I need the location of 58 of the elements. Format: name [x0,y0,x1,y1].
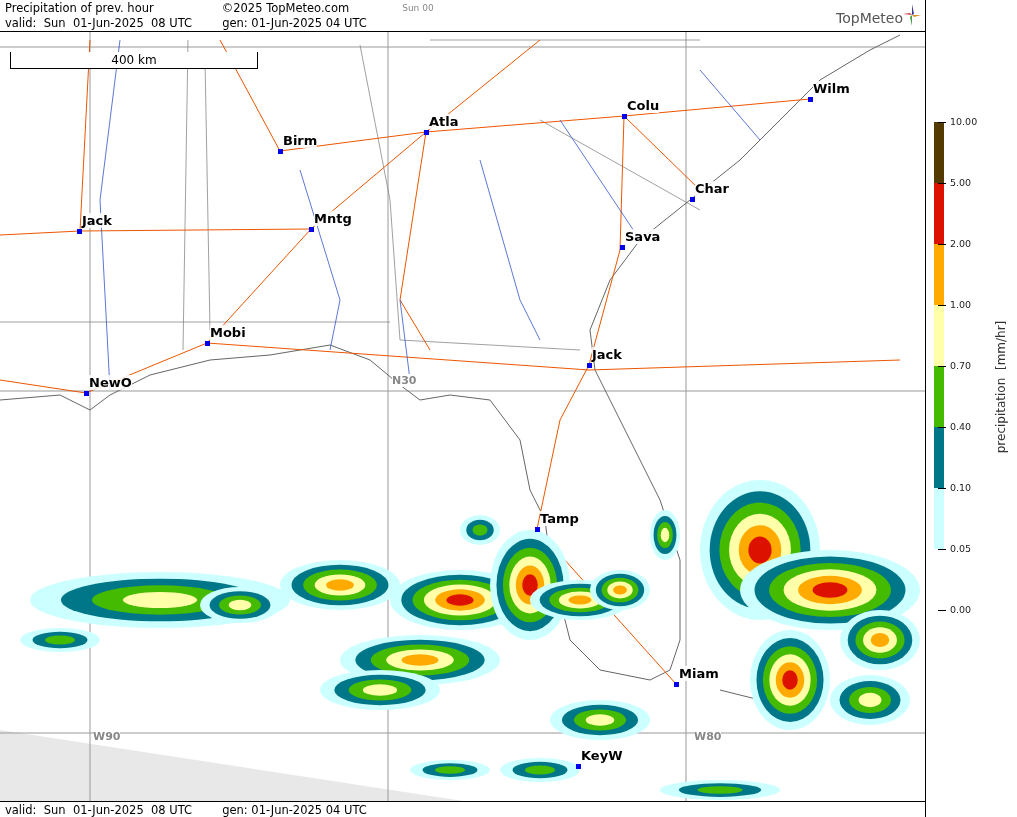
generated-time: gen: 01-Jun-2025 04 UTC [222,802,367,817]
city-marker [84,390,89,396]
city-label: Colu [627,97,660,113]
city-marker [424,129,429,135]
grid-label: W90 [93,729,121,743]
tick-mark [938,549,946,550]
grid-label: W80 [694,729,722,743]
city-marker [309,226,314,232]
tick-mark [938,610,946,611]
city-label: Miam [679,665,719,681]
tick-label: 0.40 [950,420,972,434]
city-label: Sava [625,228,661,244]
grid-label: N30 [392,373,417,387]
map-title: Precipitation of prev. hour [5,0,154,15]
city-label: Tamp [540,510,579,526]
city-label: NewO [89,374,132,390]
tick-mark [938,305,946,306]
city-marker [278,148,283,154]
city-label: Atla [429,113,459,129]
city-marker [576,763,581,769]
city-marker [808,96,813,102]
tick-label: 2.00 [950,237,972,251]
city-label: Jack [82,212,112,228]
city-marker [205,340,210,346]
tick-label: 0.05 [950,542,972,556]
city-label: Mntg [314,210,352,226]
city-label: Wilm [813,80,850,96]
generated-time: gen: 01-Jun-2025 04 UTC [222,15,367,30]
city-label: Char [695,180,729,196]
tick-label: 10.00 [950,115,978,129]
city-marker [690,196,695,202]
valid-time: valid: Sun 01-Jun-2025 08 UTC [5,15,193,30]
scale-bar: 400 km [10,51,258,69]
city-marker [620,244,625,250]
valid-time: valid: Sun 01-Jun-2025 08 UTC [5,802,193,817]
logo-text: TopMeteo [836,10,903,26]
city-marker [622,113,627,119]
city-marker [77,228,82,234]
city-label: Birm [283,132,318,148]
run-label: Sun 00 [402,2,434,13]
city-label: Mobi [210,324,246,340]
tick-label: 0.00 [950,603,972,617]
tick-mark [938,122,946,123]
tick-mark [938,488,946,489]
tick-label: 0.10 [950,481,972,495]
tick-mark [938,366,946,367]
tick-mark [938,183,946,184]
tick-mark [938,244,946,245]
tick-mark [938,427,946,428]
copyright-text: ©2025 TopMeteo.com [221,0,350,15]
tick-label: 5.00 [950,176,972,190]
legend-title: precipitation [mm/hr] [994,319,1008,456]
tick-label: 1.00 [950,298,972,312]
tick-label: 0.70 [950,359,972,373]
city-label: Jack [592,346,622,362]
city-marker [535,526,540,532]
city-marker [674,681,679,687]
city-marker [587,362,592,368]
